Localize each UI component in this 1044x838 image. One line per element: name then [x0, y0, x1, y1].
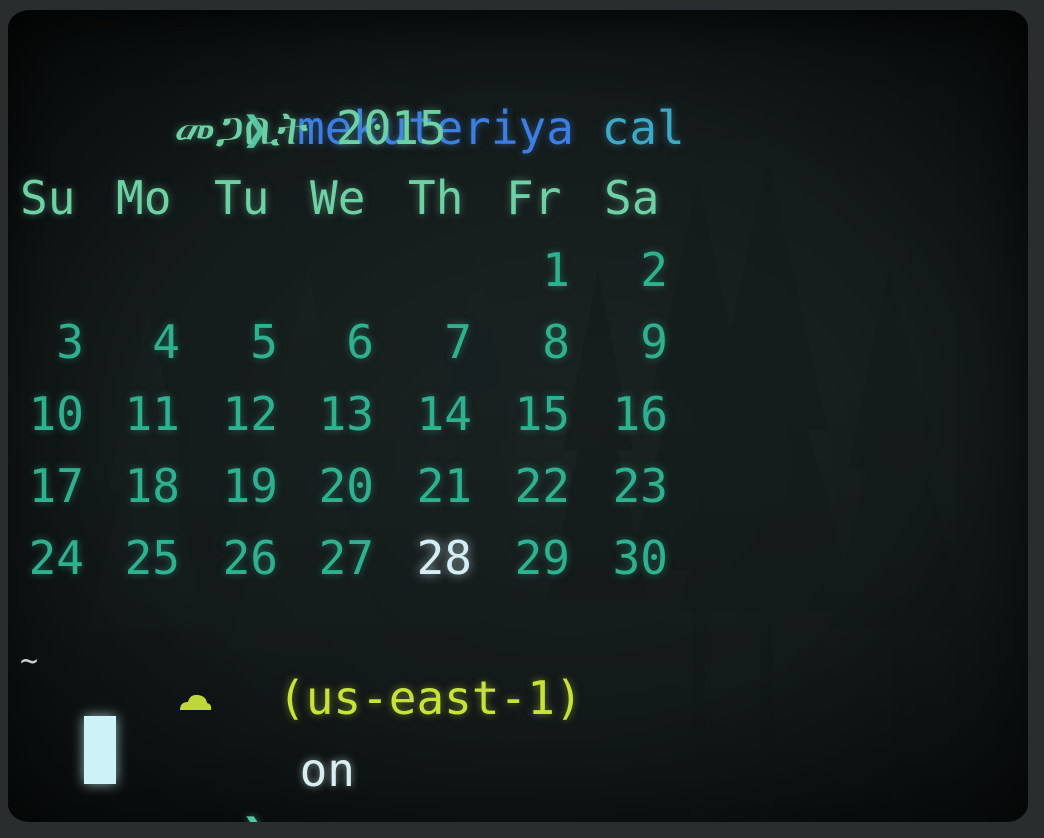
calendar-day: 19 — [222, 459, 278, 513]
calendar-day: 5 — [250, 315, 278, 369]
calendar-day: 29 — [514, 531, 570, 585]
calendar-day: 22 — [514, 459, 570, 513]
text-cursor — [84, 716, 116, 784]
monitor-frame: ❯ mekuteriya cal መጋቢት 2015 Su Mo Tu We T… — [0, 0, 1044, 838]
weekday-label: Su — [20, 171, 76, 225]
input-line[interactable]: ❯ — [20, 722, 270, 822]
cwd-tilde: ~ — [20, 644, 39, 679]
calendar-day: 3 — [56, 315, 84, 369]
calendar-day: 11 — [124, 387, 180, 441]
terminal-screen[interactable]: ❯ mekuteriya cal መጋቢት 2015 Su Mo Tu We T… — [8, 10, 1028, 822]
calendar-day: 12 — [222, 387, 278, 441]
calendar-day: 17 — [28, 459, 84, 513]
calendar-day: 27 — [318, 531, 374, 585]
calendar-day: 13 — [318, 387, 374, 441]
calendar-day: 28 — [416, 531, 472, 585]
command-arg: cal — [601, 101, 685, 155]
aws-region: (us-east-1) — [278, 671, 583, 725]
calendar-grid: Su Mo Tu We Th Fr Sa 1 2 3 4 5 6 7 8 9 10 11 12 13 14… — [20, 162, 668, 585]
calendar-day: 16 — [612, 387, 668, 441]
calendar-day: 20 — [318, 459, 374, 513]
weekday-label: Sa — [604, 171, 660, 225]
calendar-day: 15 — [514, 387, 570, 441]
command-line: ❯ mekuteriya cal — [20, 20, 685, 155]
weekday-label: Mo — [116, 171, 172, 225]
calendar-day: 24 — [28, 531, 84, 585]
calendar-day: 6 — [346, 315, 374, 369]
weekday-label: Fr — [506, 171, 562, 225]
calendar-day: 2 — [640, 243, 668, 297]
weekday-label: Tu — [214, 171, 270, 225]
calendar-day: 7 — [444, 315, 472, 369]
calendar-day: 14 — [416, 387, 472, 441]
calendar-day: 18 — [124, 459, 180, 513]
weekday-label: Th — [408, 171, 464, 225]
calendar-day: 1 — [542, 243, 570, 297]
weekday-header-row: Su Mo Tu We Th Fr Sa — [20, 162, 659, 234]
calendar-day: 8 — [542, 315, 570, 369]
calendar-day: 23 — [612, 459, 668, 513]
calendar-day: 9 — [640, 315, 668, 369]
calendar-day: 25 — [124, 531, 180, 585]
calendar-day: 21 — [416, 459, 472, 513]
calendar-day: 30 — [612, 531, 668, 585]
calendar-day: 26 — [222, 531, 278, 585]
calendar-month-year: መጋቢት 2015 — [174, 101, 447, 155]
terminal-output: ❯ mekuteriya cal መጋቢት 2015 Su Mo Tu We T… — [8, 10, 1028, 822]
cloud-icon — [180, 694, 212, 710]
calendar-day: 10 — [28, 387, 84, 441]
weekday-label: We — [310, 171, 366, 225]
status-on-text: on — [299, 743, 355, 797]
input-prompt-chevron: ❯ — [242, 803, 270, 822]
calendar-day: 4 — [152, 315, 180, 369]
